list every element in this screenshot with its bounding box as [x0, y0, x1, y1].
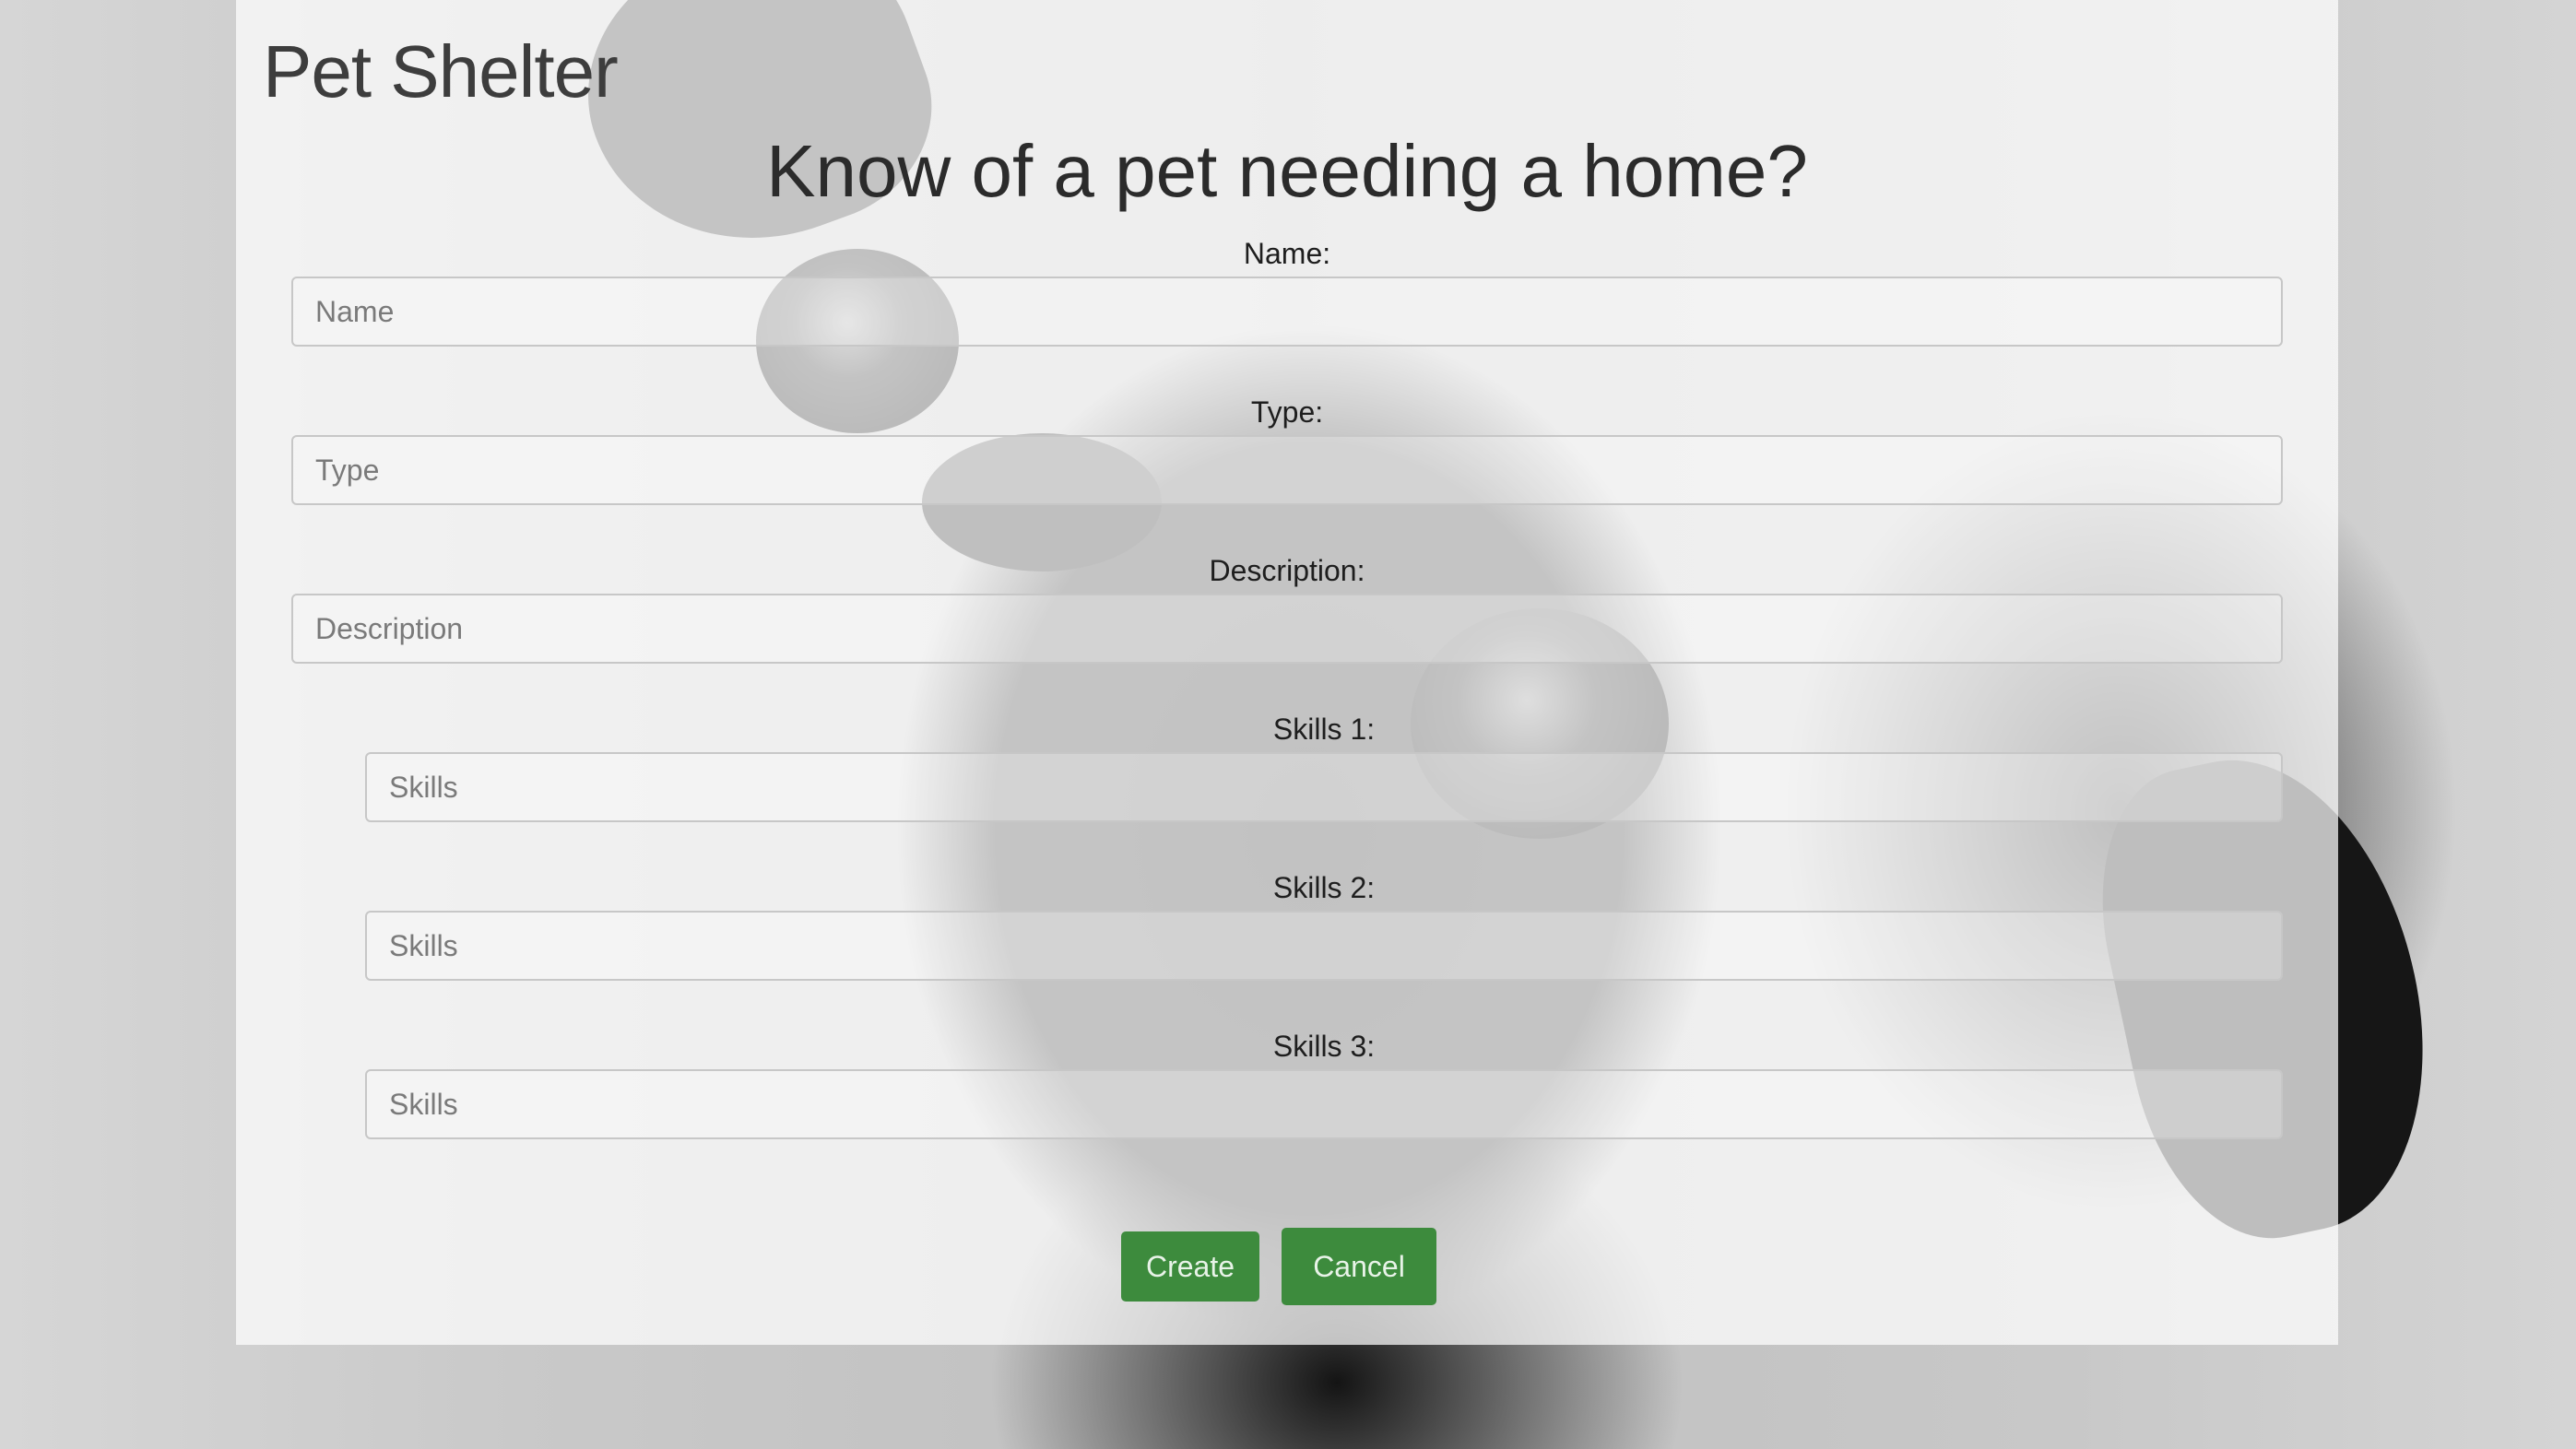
form-heading: Know of a pet needing a home?	[766, 130, 1808, 212]
skills-2-input[interactable]	[365, 911, 2283, 981]
page: Pet Shelter Know of a pet needing a home…	[0, 0, 2576, 1449]
description-input[interactable]	[291, 594, 2283, 664]
skills-1-label: Skills 1:	[1272, 713, 1376, 746]
description-label: Description:	[1209, 554, 1365, 587]
skills-2-label: Skills 2:	[1272, 871, 1376, 904]
skills-1-input[interactable]	[365, 752, 2283, 822]
cancel-button[interactable]: Cancel	[1282, 1228, 1436, 1305]
create-button[interactable]: Create	[1121, 1231, 1259, 1302]
type-label: Type:	[1250, 395, 1324, 429]
type-input[interactable]	[291, 435, 2283, 505]
skills-3-input[interactable]	[365, 1069, 2283, 1139]
name-input[interactable]	[291, 277, 2283, 347]
name-label: Name:	[1243, 237, 1331, 270]
skills-3-label: Skills 3:	[1272, 1030, 1376, 1063]
brand-title: Pet Shelter	[263, 30, 619, 112]
